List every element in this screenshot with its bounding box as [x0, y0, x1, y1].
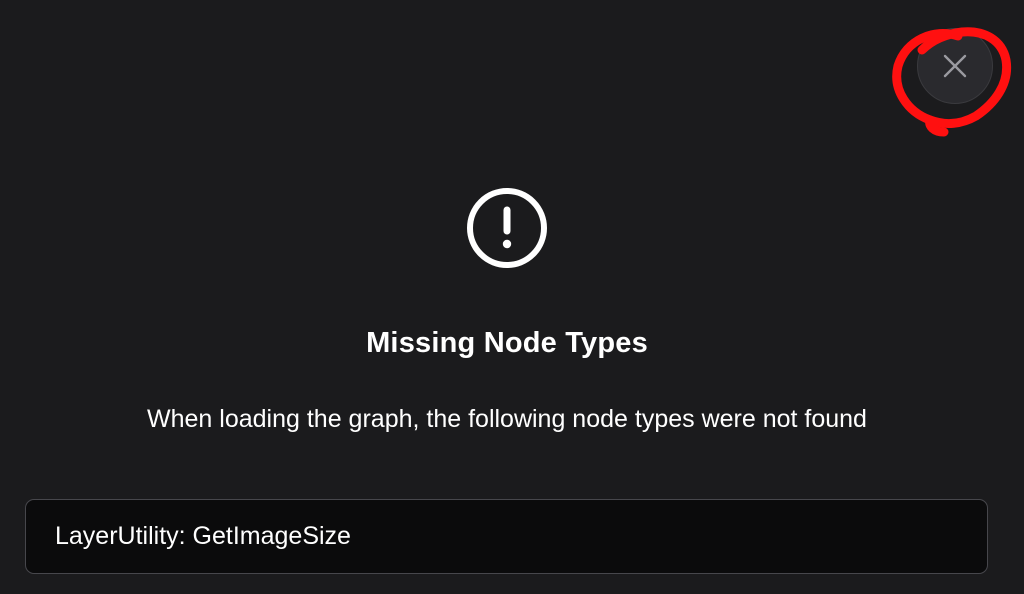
dialog-title: Missing Node Types [366, 327, 648, 359]
alert-circle-icon [467, 188, 547, 268]
dialog-message: When loading the graph, the following no… [147, 405, 867, 433]
missing-nodes-dialog: Missing Node Types When loading the grap… [0, 0, 1024, 594]
close-button[interactable] [917, 28, 993, 104]
close-icon [943, 54, 967, 78]
missing-node-list: LayerUtility: GetImageSize [25, 499, 988, 574]
missing-node-item: LayerUtility: GetImageSize [55, 522, 351, 550]
